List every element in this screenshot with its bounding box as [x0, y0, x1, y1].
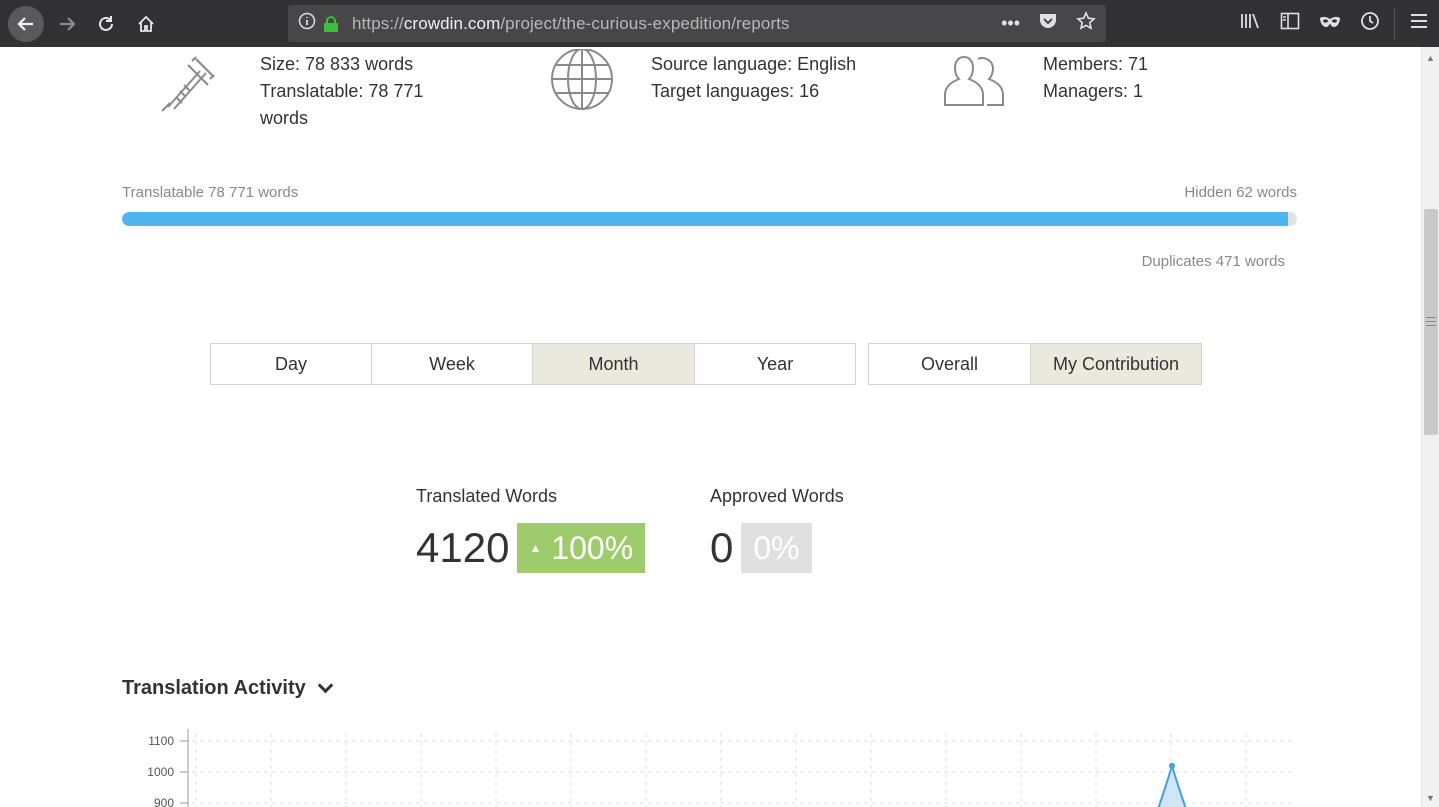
- size-translatable: Translatable: 78 771: [260, 81, 424, 101]
- menu-hamburger-icon[interactable]: [1399, 13, 1439, 34]
- home-icon[interactable]: [128, 6, 164, 42]
- size-info: Size: 78 833 words Translatable: 78 771 …: [260, 51, 423, 132]
- activity-peak-point: [1169, 762, 1175, 769]
- sidebar-icon[interactable]: [1270, 12, 1310, 35]
- members-info: Members: 71 Managers: 1: [1043, 51, 1148, 105]
- approved-words-stat: Approved Words 0 0%: [710, 486, 844, 573]
- translated-change-badge: ▲ 100%: [517, 523, 646, 573]
- translation-activity-chart: 1100 1000 900: [122, 729, 1297, 807]
- url-text[interactable]: https://crowdin.com/project/the-curious-…: [352, 14, 790, 34]
- tab-my-contribution[interactable]: My Contribution: [1030, 343, 1202, 385]
- approved-words-label: Approved Words: [710, 486, 844, 506]
- caliper-icon: [158, 51, 222, 115]
- address-bar[interactable]: https://crowdin.com/project/the-curious-…: [288, 5, 1106, 42]
- hidden-label: Hidden 62 words: [1184, 184, 1297, 201]
- tab-week[interactable]: Week: [371, 343, 533, 385]
- approved-words-value: 0: [710, 524, 734, 571]
- size-translatable-unit: words: [260, 108, 309, 128]
- scroll-up-arrow-icon[interactable]: ▲: [1426, 53, 1435, 63]
- history-clock-icon[interactable]: [1350, 11, 1390, 36]
- language-info: Source language: English Target language…: [651, 51, 856, 105]
- progress-fill: [122, 212, 1288, 226]
- back-arrow-icon[interactable]: [8, 6, 44, 42]
- page-scrollbar[interactable]: ▲ ▼: [1421, 47, 1439, 807]
- tab-overall[interactable]: Overall: [868, 343, 1031, 385]
- translated-words-stat: Translated Words 4120 ▲ 100%: [416, 486, 646, 573]
- library-icon[interactable]: [1230, 12, 1270, 35]
- scroll-down-arrow-icon[interactable]: ▼: [1426, 793, 1435, 803]
- duplicates-label: Duplicates 471 words: [1141, 253, 1285, 270]
- approved-change-badge: 0%: [741, 523, 812, 573]
- translated-change-value: 100%: [551, 529, 634, 566]
- tab-year[interactable]: Year: [694, 343, 856, 385]
- lock-icon[interactable]: [324, 15, 338, 32]
- period-tabs: Day Week Month Year: [210, 343, 856, 385]
- tab-month[interactable]: Month: [532, 343, 695, 385]
- up-triangle-icon: ▲: [529, 541, 542, 555]
- chevron-down-icon: [317, 677, 334, 694]
- tab-day[interactable]: Day: [210, 343, 372, 385]
- managers-count: Managers: 1: [1043, 81, 1144, 101]
- translated-words-value: 4120: [416, 524, 510, 571]
- source-language: Source language: English: [651, 54, 857, 74]
- scrollbar-grip-icon: [1426, 317, 1436, 326]
- page-content: Size: 78 833 words Translatable: 78 771 …: [0, 47, 1421, 807]
- translatable-label: Translatable 78 771 words: [122, 184, 299, 201]
- chart-plot: [180, 729, 1292, 807]
- translation-activity-toggle[interactable]: Translation Activity: [122, 677, 334, 700]
- page-actions-icon[interactable]: •••: [1001, 13, 1020, 34]
- translated-words-label: Translated Words: [416, 486, 558, 506]
- members-count: Members: 71: [1043, 54, 1149, 74]
- approved-change-value: 0%: [753, 529, 800, 566]
- info-icon[interactable]: [298, 12, 316, 35]
- reload-icon[interactable]: [88, 6, 124, 42]
- bookmark-star-icon[interactable]: [1076, 11, 1096, 36]
- forward-arrow-icon[interactable]: [49, 6, 85, 42]
- browser-toolbar: https://crowdin.com/project/the-curious-…: [0, 0, 1439, 47]
- globe-icon: [550, 48, 614, 113]
- translation-activity-title: Translation Activity: [122, 677, 306, 699]
- translatable-progress-bar: [122, 212, 1297, 226]
- size-total: Size: 78 833 words: [260, 54, 414, 74]
- members-icon: [942, 51, 1006, 115]
- target-languages: Target languages: 16: [651, 81, 820, 101]
- pocket-icon[interactable]: [1038, 12, 1058, 35]
- scope-tabs: Overall My Contribution: [868, 343, 1202, 385]
- private-mask-icon[interactable]: [1310, 13, 1350, 34]
